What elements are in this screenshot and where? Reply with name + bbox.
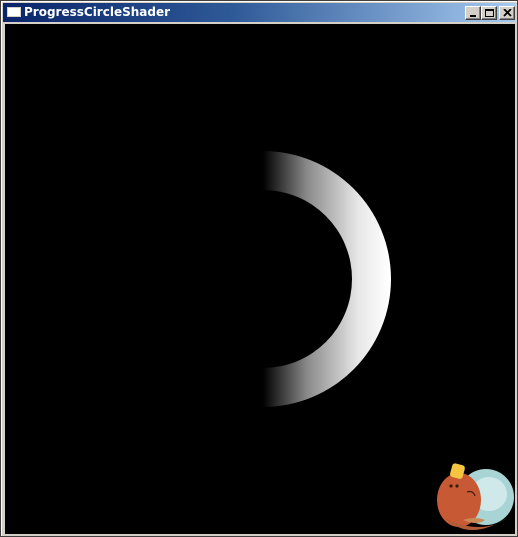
window-app-icon[interactable] bbox=[7, 7, 21, 17]
maximize-button[interactable] bbox=[481, 6, 497, 20]
app-window: ProgressCircleShader bbox=[0, 0, 518, 537]
close-button[interactable] bbox=[499, 6, 515, 20]
minimize-icon bbox=[470, 15, 476, 17]
close-icon bbox=[503, 9, 512, 17]
minimize-button[interactable] bbox=[465, 6, 481, 20]
progress-ring bbox=[263, 151, 391, 407]
platypus-mascot-icon bbox=[437, 463, 514, 530]
shader-canvas[interactable] bbox=[5, 24, 515, 534]
window-title: ProgressCircleShader bbox=[24, 5, 171, 19]
maximize-icon bbox=[485, 9, 494, 17]
progress-circle-render bbox=[263, 151, 391, 407]
title-bar[interactable]: ProgressCircleShader bbox=[3, 3, 515, 22]
